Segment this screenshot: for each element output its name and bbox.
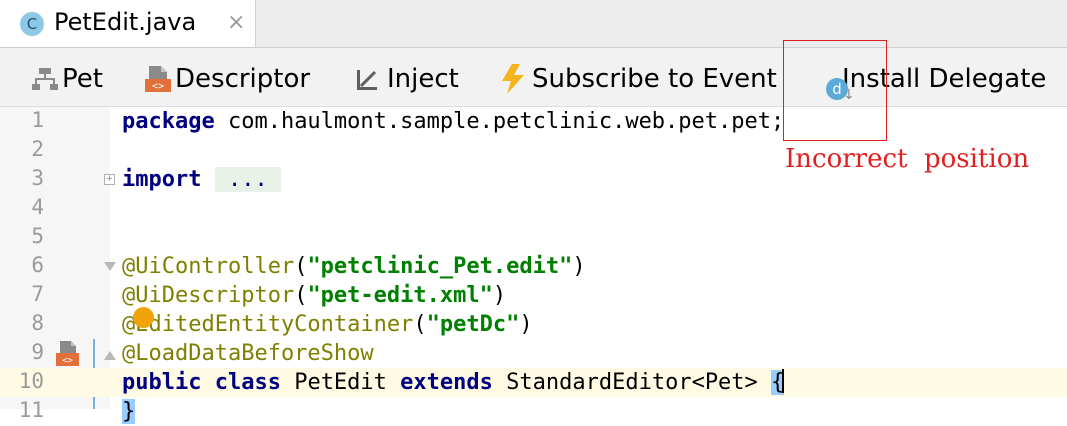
close-icon[interactable]: × bbox=[227, 10, 245, 35]
code-line: 1 package com.haulmont.sample.petclinic.… bbox=[0, 107, 1067, 136]
annotation-note: Incorrect position bbox=[785, 144, 1030, 174]
tab-label: PetEdit.java bbox=[54, 8, 197, 36]
line-number: 7 bbox=[31, 282, 44, 306]
editor-tab-bar: C PetEdit.java × bbox=[0, 0, 1067, 48]
descriptor-label: Descriptor bbox=[175, 64, 311, 94]
folded-imports[interactable]: ... bbox=[214, 167, 281, 192]
code-line: 5 bbox=[0, 223, 1067, 252]
intention-bulb-icon[interactable] bbox=[133, 307, 154, 328]
tab-petedit-java[interactable]: C PetEdit.java × bbox=[0, 0, 256, 47]
code-text[interactable]: @LoadDataBeforeShow bbox=[122, 339, 374, 368]
line-number: 6 bbox=[31, 253, 44, 277]
line-number: 4 bbox=[31, 195, 44, 219]
inject-button[interactable]: Inject bbox=[355, 48, 465, 106]
code-line-current: 10 public class PetEdit extends Standard… bbox=[0, 368, 1067, 397]
code-text[interactable]: public class PetEdit extends StandardEdi… bbox=[122, 368, 785, 397]
subscribe-to-event-button[interactable]: Subscribe to Event bbox=[498, 48, 792, 106]
inject-icon bbox=[357, 70, 377, 90]
code-text[interactable]: import ... bbox=[122, 165, 281, 194]
line-number: 3 bbox=[31, 166, 44, 190]
screen-designer-toolbar: Pet <> Descriptor Inject Subscribe to Ev… bbox=[0, 48, 1067, 107]
code-line: 7 @UiDescriptor("pet-edit.xml") bbox=[0, 281, 1067, 310]
code-line: 6 @UiController("petclinic_Pet.edit") bbox=[0, 252, 1067, 281]
code-text[interactable]: @UiController("petclinic_Pet.edit") bbox=[122, 252, 586, 281]
code-text[interactable]: package com.haulmont.sample.petclinic.we… bbox=[122, 107, 784, 136]
svg-text:<>: <> bbox=[62, 356, 73, 366]
code-text[interactable]: @UiDescriptor("pet-edit.xml") bbox=[122, 281, 506, 310]
fold-expand-icon[interactable]: + bbox=[104, 174, 115, 185]
code-line: 9 @LoadDataBeforeShow bbox=[0, 339, 1067, 368]
pet-entity-button[interactable]: Pet bbox=[30, 48, 110, 106]
pet-entity-label: Pet bbox=[62, 64, 103, 94]
descriptor-gutter-icon[interactable]: <> bbox=[54, 339, 80, 369]
line-number: 2 bbox=[31, 137, 44, 161]
lightning-icon bbox=[502, 64, 524, 94]
highlight-box bbox=[783, 40, 887, 141]
line-number: 11 bbox=[18, 398, 44, 422]
line-number: 9 bbox=[31, 340, 44, 364]
descriptor-button[interactable]: <> Descriptor bbox=[143, 48, 323, 106]
inject-label: Inject bbox=[387, 64, 459, 94]
svg-text:<>: <> bbox=[152, 81, 164, 92]
java-class-icon: C bbox=[20, 12, 44, 36]
descriptor-icon: <> bbox=[145, 66, 171, 92]
line-number: 8 bbox=[31, 311, 44, 335]
entity-icon bbox=[32, 68, 58, 90]
text-caret bbox=[782, 369, 785, 393]
line-number: 1 bbox=[31, 108, 44, 132]
line-number: 5 bbox=[31, 224, 44, 248]
code-text[interactable]: } bbox=[122, 397, 136, 426]
code-line: 4 bbox=[0, 194, 1067, 223]
fold-end-icon[interactable] bbox=[104, 351, 116, 360]
line-number: 10 bbox=[18, 369, 44, 393]
code-line: 8 @EditedEntityContainer("petDc") bbox=[0, 310, 1067, 339]
matched-brace: } bbox=[122, 399, 136, 424]
fold-collapse-icon[interactable] bbox=[104, 262, 116, 271]
code-text[interactable]: @EditedEntityContainer("petDc") bbox=[122, 310, 533, 339]
code-line: 11 } bbox=[0, 397, 1067, 426]
subscribe-to-event-label: Subscribe to Event bbox=[532, 64, 777, 94]
